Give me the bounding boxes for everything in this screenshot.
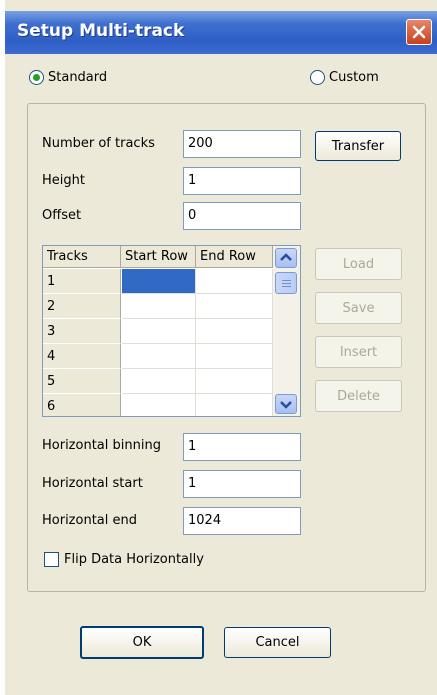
scroll-down-button[interactable] <box>275 394 297 414</box>
h-start-label: Horizontal start <box>42 476 143 491</box>
cancel-button[interactable]: Cancel <box>224 627 331 658</box>
num-tracks-input[interactable]: 200 <box>183 130 301 158</box>
chevron-up-icon <box>280 253 292 261</box>
end-row-cell[interactable] <box>196 319 273 344</box>
h-binning-input[interactable]: 1 <box>183 433 301 461</box>
start-row-cell[interactable] <box>122 319 196 344</box>
offset-input[interactable]: 0 <box>183 202 301 230</box>
radio-custom[interactable]: Custom <box>310 66 379 88</box>
start-row-cell[interactable] <box>122 294 196 319</box>
background-strip <box>0 0 5 695</box>
row-header[interactable]: 6 <box>43 394 121 416</box>
radio-custom-label: Custom <box>329 69 379 85</box>
load-button[interactable]: Load <box>315 248 402 280</box>
table-row: 1 <box>43 269 273 294</box>
tracks-grid[interactable]: Tracks Start Row End Row 1 2 3 4 5 6 <box>42 245 301 417</box>
row-header[interactable]: 1 <box>43 269 121 294</box>
grid-header: Tracks Start Row End Row <box>43 246 273 268</box>
table-row: 4 <box>43 344 273 369</box>
h-start-input[interactable]: 1 <box>183 470 301 498</box>
delete-button[interactable]: Delete <box>315 380 402 412</box>
scroll-thumb[interactable] <box>275 272 297 294</box>
flip-data-checkbox[interactable] <box>44 552 59 567</box>
insert-button[interactable]: Insert <box>315 336 402 368</box>
num-tracks-label: Number of tracks <box>42 136 155 151</box>
scroll-up-button[interactable] <box>275 248 297 268</box>
title-bar[interactable]: Setup Multi-track <box>5 11 437 54</box>
table-row: 3 <box>43 319 273 344</box>
row-header[interactable]: 3 <box>43 319 121 344</box>
ok-button[interactable]: OK <box>80 626 204 659</box>
table-row: 6 <box>43 394 273 416</box>
radio-standard-label: Standard <box>48 69 108 85</box>
radio-standard[interactable]: Standard <box>29 66 107 88</box>
end-row-cell[interactable] <box>196 394 273 416</box>
table-row: 5 <box>43 369 273 394</box>
end-row-cell[interactable] <box>196 294 273 319</box>
start-row-cell[interactable] <box>122 344 196 369</box>
end-row-cell[interactable] <box>196 369 273 394</box>
close-button[interactable] <box>406 19 432 45</box>
h-end-input[interactable]: 1024 <box>183 507 301 535</box>
transfer-button[interactable]: Transfer <box>315 131 401 161</box>
radio-standard-indicator[interactable] <box>29 69 44 85</box>
grid-header-end-row[interactable]: End Row <box>196 246 273 268</box>
height-label: Height <box>42 173 85 188</box>
grid-scrollbar[interactable] <box>273 246 300 416</box>
grid-header-start-row[interactable]: Start Row <box>121 246 196 268</box>
window-title: Setup Multi-track <box>17 21 185 41</box>
start-row-cell[interactable] <box>122 394 196 416</box>
start-row-cell[interactable] <box>122 369 196 394</box>
radio-custom-indicator[interactable] <box>310 69 325 85</box>
row-header[interactable]: 2 <box>43 294 121 319</box>
grid-header-tracks[interactable]: Tracks <box>43 246 121 268</box>
end-row-cell[interactable] <box>196 344 273 369</box>
table-row: 2 <box>43 294 273 319</box>
start-row-cell[interactable] <box>122 269 196 294</box>
close-icon <box>412 25 426 39</box>
offset-label: Offset <box>42 208 82 223</box>
row-header[interactable]: 4 <box>43 344 121 369</box>
height-input[interactable]: 1 <box>183 167 301 195</box>
h-end-label: Horizontal end <box>42 513 137 528</box>
save-button[interactable]: Save <box>315 292 402 324</box>
flip-data-label: Flip Data Horizontally <box>64 552 204 567</box>
setup-multitrack-dialog: Setup Multi-track Standard Custom Number… <box>0 0 437 695</box>
row-header[interactable]: 5 <box>43 369 121 394</box>
chevron-down-icon <box>280 401 292 409</box>
end-row-cell[interactable] <box>196 269 273 294</box>
h-binning-label: Horizontal binning <box>42 438 161 453</box>
